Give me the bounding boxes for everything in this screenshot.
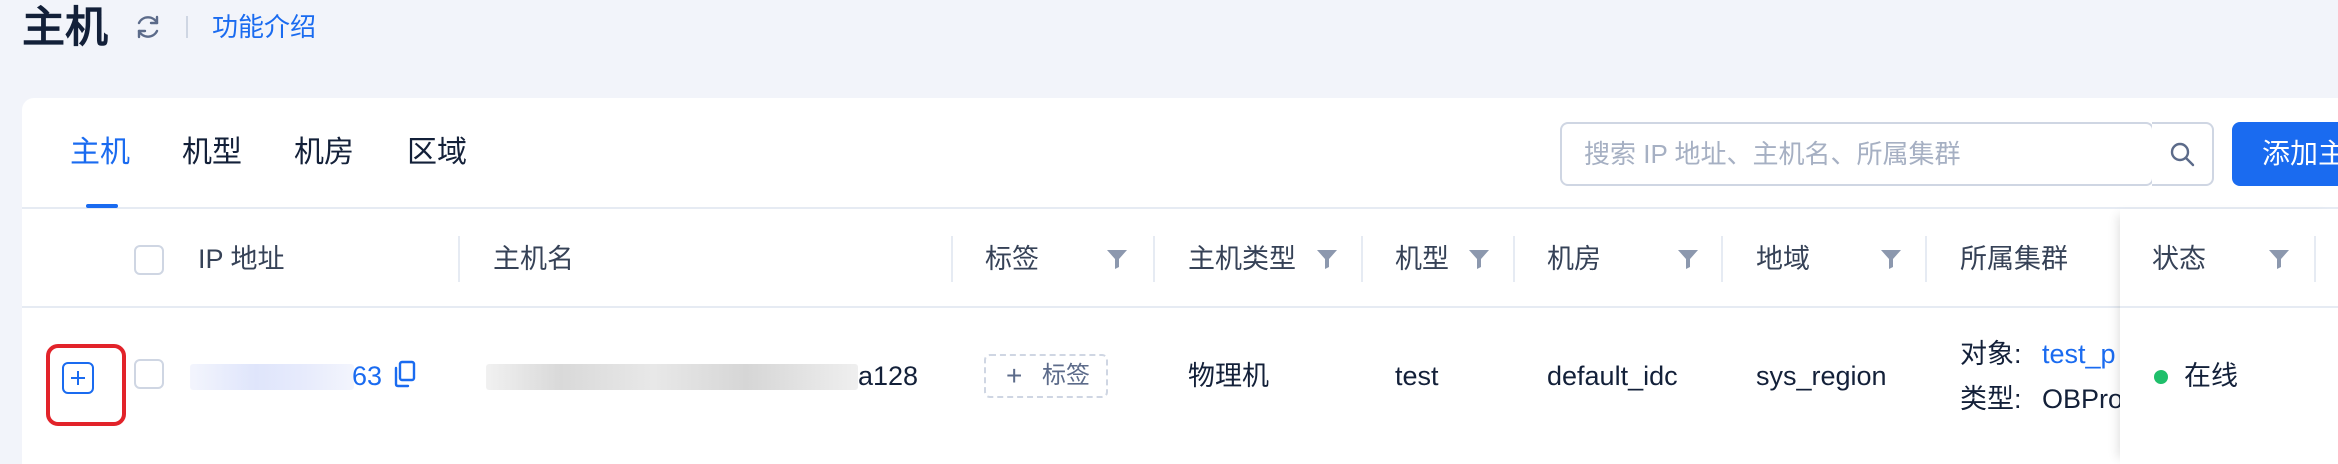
row-region: sys_region <box>1756 361 1887 391</box>
search-box <box>1560 122 2154 186</box>
column-separator <box>2314 236 2316 282</box>
row-host-type: 物理机 <box>1188 361 1269 391</box>
tab-idcs[interactable]: 机房 <box>294 133 354 173</box>
expand-row-button[interactable] <box>62 362 94 394</box>
column-header-idc: 机房 <box>1547 244 1601 274</box>
page-header: 主机 功能介绍 <box>0 0 2338 64</box>
search-input[interactable] <box>1562 124 2154 184</box>
redacted-ip <box>190 364 354 390</box>
header-divider <box>186 16 188 38</box>
column-separator <box>1153 236 1155 282</box>
column-separator <box>1721 236 1723 282</box>
refresh-icon[interactable] <box>133 12 163 42</box>
region-filter-icon[interactable] <box>1880 248 1902 270</box>
row-select-checkbox[interactable] <box>134 359 164 389</box>
search-icon <box>2170 142 2195 167</box>
row-cluster-object-label: 对象: <box>1960 339 2022 369</box>
idc-filter-icon[interactable] <box>1677 248 1699 270</box>
add-tag-button[interactable]: + 标签 <box>984 354 1108 398</box>
row-idc: default_idc <box>1547 361 1678 391</box>
select-all-checkbox[interactable] <box>134 245 164 275</box>
row-status: 在线 <box>2184 361 2238 391</box>
tab-regions[interactable]: 区域 <box>407 133 467 173</box>
column-header-host-type: 主机类型 <box>1188 244 1296 274</box>
column-header-model: 机型 <box>1395 244 1449 274</box>
column-separator <box>1513 236 1515 282</box>
row-cluster-object-link[interactable]: test_p <box>2042 337 2116 371</box>
feature-intro-link[interactable]: 功能介绍 <box>212 10 316 44</box>
column-header-ip: IP 地址 <box>198 244 285 274</box>
add-tag-label: 标签 <box>1042 362 1090 389</box>
tab-models[interactable]: 机型 <box>182 133 242 173</box>
copy-icon[interactable] <box>394 360 416 388</box>
column-header-tags: 标签 <box>985 244 1039 274</box>
active-tab-indicator <box>86 204 118 208</box>
column-header-cluster: 所属集群 <box>1960 244 2068 274</box>
row-cluster-type: OBPro <box>2042 384 2124 414</box>
column-header-status: 状态 <box>2152 244 2206 274</box>
status-filter-icon[interactable] <box>2268 248 2290 270</box>
row-cluster-type-label: 类型: <box>1960 384 2022 414</box>
row-model: test <box>1395 361 1439 391</box>
redacted-hostname <box>486 364 858 390</box>
row-ip-text[interactable]: 63 <box>352 359 382 393</box>
row-hostname-text: a128 <box>858 361 919 391</box>
search-button[interactable] <box>2152 122 2214 186</box>
column-separator <box>951 236 953 282</box>
online-status-dot <box>2154 370 2168 384</box>
column-separator <box>1925 236 1927 282</box>
add-host-button[interactable]: 添加主 <box>2232 122 2338 186</box>
page-title: 主机 <box>22 4 108 52</box>
model-filter-icon[interactable] <box>1468 248 1490 270</box>
table-header-divider <box>22 306 2338 308</box>
tab-hosts[interactable]: 主机 <box>70 133 130 173</box>
column-header-region: 地域 <box>1756 244 1810 274</box>
tags-filter-icon[interactable] <box>1106 248 1128 270</box>
column-separator <box>458 236 460 282</box>
column-header-hostname: 主机名 <box>493 244 574 274</box>
add-tag-plus-icon: + <box>1006 360 1023 391</box>
host-type-filter-icon[interactable] <box>1316 248 1338 270</box>
status-header-divider <box>2120 306 2338 308</box>
column-separator <box>1361 236 1363 282</box>
